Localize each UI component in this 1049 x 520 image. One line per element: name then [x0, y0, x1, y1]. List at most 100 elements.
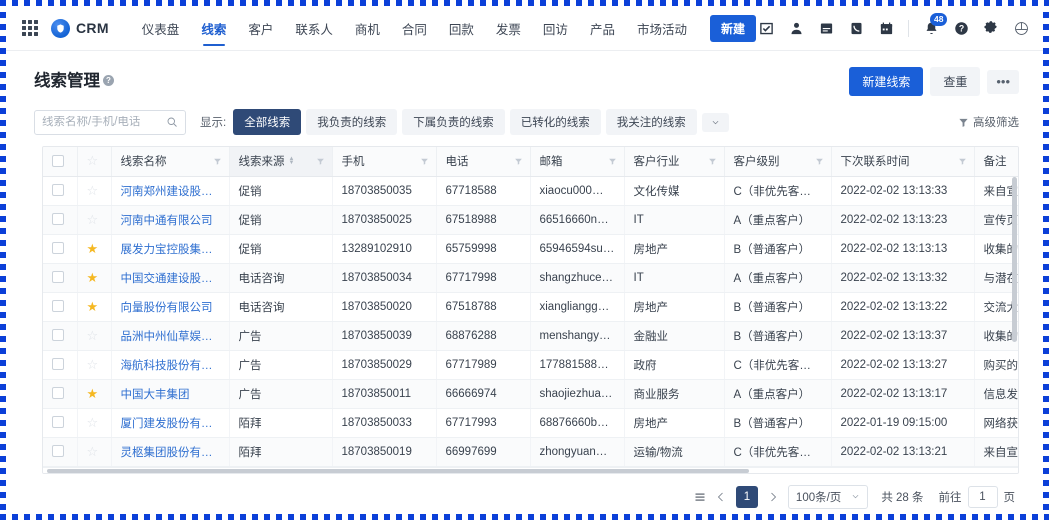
header-lead-name[interactable]: 线索名称 [111, 147, 229, 176]
row-checkbox[interactable] [52, 213, 64, 225]
select-all-checkbox[interactable] [52, 155, 64, 167]
pagination-list-view-icon[interactable] [694, 491, 706, 503]
contact-person-icon[interactable] [788, 20, 804, 36]
cell-lead-name[interactable]: 海航科技股份有限… [111, 350, 229, 379]
cell-lead-name[interactable]: 厦门建发股份有限… [111, 408, 229, 437]
row-checkbox-cell[interactable] [43, 321, 77, 350]
header-customer-level[interactable]: 客户级别 [724, 147, 831, 176]
nav-item-marketing[interactable]: 市场活动 [626, 6, 698, 50]
row-star-cell[interactable]: ☆ [77, 205, 111, 234]
nav-new-button[interactable]: 新建 [710, 15, 756, 42]
row-checkbox[interactable] [52, 445, 64, 457]
header-phone-filter-icon[interactable] [514, 157, 523, 166]
header-lead-source[interactable]: 线索来源 ▲▼ [229, 147, 332, 176]
header-mobile[interactable]: 手机 [332, 147, 436, 176]
row-star-cell[interactable]: ☆ [77, 176, 111, 205]
horizontal-scrollbar-thumb[interactable] [47, 469, 749, 473]
table-vertical-scrollbar[interactable] [1012, 177, 1017, 342]
row-checkbox[interactable] [52, 300, 64, 312]
bell-icon[interactable]: 48 [923, 20, 939, 36]
card-list-icon[interactable] [818, 20, 834, 36]
sort-arrows-icon[interactable]: ▲▼ [289, 157, 295, 165]
chip-subordinate-leads[interactable]: 下属负责的线索 [402, 109, 505, 135]
header-mobile-filter-icon[interactable] [420, 157, 429, 166]
dedupe-button[interactable]: 查重 [930, 67, 980, 96]
search-icon[interactable] [166, 116, 178, 128]
row-checkbox[interactable] [52, 416, 64, 428]
search-input[interactable] [42, 116, 166, 128]
row-star-icon[interactable]: ☆ [87, 328, 99, 343]
header-email-filter-icon[interactable] [608, 157, 617, 166]
nav-item-contracts[interactable]: 合同 [391, 6, 438, 50]
nav-item-customers[interactable]: 客户 [237, 6, 284, 50]
app-launcher-grid-icon[interactable] [22, 20, 38, 36]
header-industry-filter-icon[interactable] [708, 157, 717, 166]
row-star-cell[interactable]: ☆ [77, 408, 111, 437]
pagination-page-1[interactable]: 1 [736, 486, 758, 508]
row-checkbox-cell[interactable] [43, 350, 77, 379]
header-next-contact-time[interactable]: 下次联系时间 [831, 147, 974, 176]
goto-page-input[interactable] [968, 486, 998, 508]
row-checkbox[interactable] [52, 242, 64, 254]
cell-lead-name[interactable]: 中国交通建设股份… [111, 263, 229, 292]
row-checkbox-cell[interactable] [43, 176, 77, 205]
row-star-icon[interactable]: ★ [87, 299, 99, 314]
table-row[interactable]: ☆ 河南郑州建设股份… 促销 18703850035 67718588 xiao… [43, 176, 1019, 205]
table-row[interactable]: ☆ 品洲中州仙草娱乐… 广告 18703850039 68876288 mens… [43, 321, 1019, 350]
row-star-icon[interactable]: ★ [87, 241, 99, 256]
cell-lead-name[interactable]: 河南中通有限公司 [111, 205, 229, 234]
row-checkbox-cell[interactable] [43, 205, 77, 234]
row-checkbox-cell[interactable] [43, 379, 77, 408]
table-row[interactable]: ☆ 河南中通有限公司 促销 18703850025 67518988 66516… [43, 205, 1019, 234]
table-horizontal-scrollbar[interactable] [43, 467, 1018, 473]
table-row[interactable]: ☆ 厦门建发股份有限… 陌拜 18703850033 67717993 6887… [43, 408, 1019, 437]
cell-lead-name[interactable]: 品洲中州仙草娱乐… [111, 321, 229, 350]
more-actions-button[interactable]: ••• [987, 70, 1019, 94]
user-avatar-icon[interactable] [1013, 20, 1029, 36]
chip-expand-chevron-down-icon[interactable] [702, 113, 729, 132]
row-checkbox-cell[interactable] [43, 234, 77, 263]
nav-item-dashboard[interactable]: 仪表盘 [131, 6, 191, 50]
chip-all-leads[interactable]: 全部线索 [233, 109, 301, 135]
header-lead-source-filter-icon[interactable] [316, 157, 325, 166]
new-lead-button[interactable]: 新建线索 [849, 67, 923, 96]
row-star-cell[interactable]: ★ [77, 263, 111, 292]
header-lead-name-filter-icon[interactable] [213, 157, 222, 166]
row-checkbox[interactable] [52, 358, 64, 370]
table-row[interactable]: ★ 向量股份有限公司 电话咨询 18703850020 67518788 xia… [43, 292, 1019, 321]
row-checkbox[interactable] [52, 271, 64, 283]
pagination-next-button[interactable] [767, 491, 779, 503]
header-industry[interactable]: 客户行业 [624, 147, 724, 176]
row-checkbox-cell[interactable] [43, 263, 77, 292]
row-star-cell[interactable]: ☆ [77, 321, 111, 350]
row-star-cell[interactable]: ☆ [77, 350, 111, 379]
chip-followed-leads[interactable]: 我关注的线索 [606, 109, 697, 135]
task-check-icon[interactable] [758, 20, 774, 36]
nav-item-opportunities[interactable]: 商机 [344, 6, 391, 50]
nav-item-products[interactable]: 产品 [579, 6, 626, 50]
row-star-cell[interactable]: ★ [77, 234, 111, 263]
calendar-icon[interactable] [878, 20, 894, 36]
row-star-icon[interactable]: ☆ [87, 212, 99, 227]
brand-logo-area[interactable]: CRM [51, 19, 109, 38]
row-checkbox[interactable] [52, 184, 64, 196]
row-star-icon[interactable]: ☆ [87, 357, 99, 372]
table-row[interactable]: ★ 展发力宝控股集团… 促销 13289102910 65759998 6594… [43, 234, 1019, 263]
row-star-icon[interactable]: ★ [87, 270, 99, 285]
header-select-all[interactable] [43, 147, 77, 176]
table-row[interactable]: ★ 中国大丰集团 广告 18703850011 66666974 shaojie… [43, 379, 1019, 408]
header-phone[interactable]: 电话 [436, 147, 530, 176]
header-customer-level-filter-icon[interactable] [815, 157, 824, 166]
page-help-icon[interactable]: ? [103, 75, 114, 86]
row-star-icon[interactable]: ★ [87, 386, 99, 401]
chip-converted-leads[interactable]: 已转化的线索 [510, 109, 601, 135]
header-email[interactable]: 邮箱 [530, 147, 624, 176]
gear-icon[interactable] [983, 20, 999, 36]
help-circle-icon[interactable]: ? [953, 20, 969, 36]
pagination-prev-button[interactable] [715, 491, 727, 503]
cell-lead-name[interactable]: 展发力宝控股集团… [111, 234, 229, 263]
row-star-cell[interactable]: ★ [77, 292, 111, 321]
row-checkbox[interactable] [52, 387, 64, 399]
row-star-cell[interactable]: ☆ [77, 437, 111, 466]
row-checkbox-cell[interactable] [43, 408, 77, 437]
